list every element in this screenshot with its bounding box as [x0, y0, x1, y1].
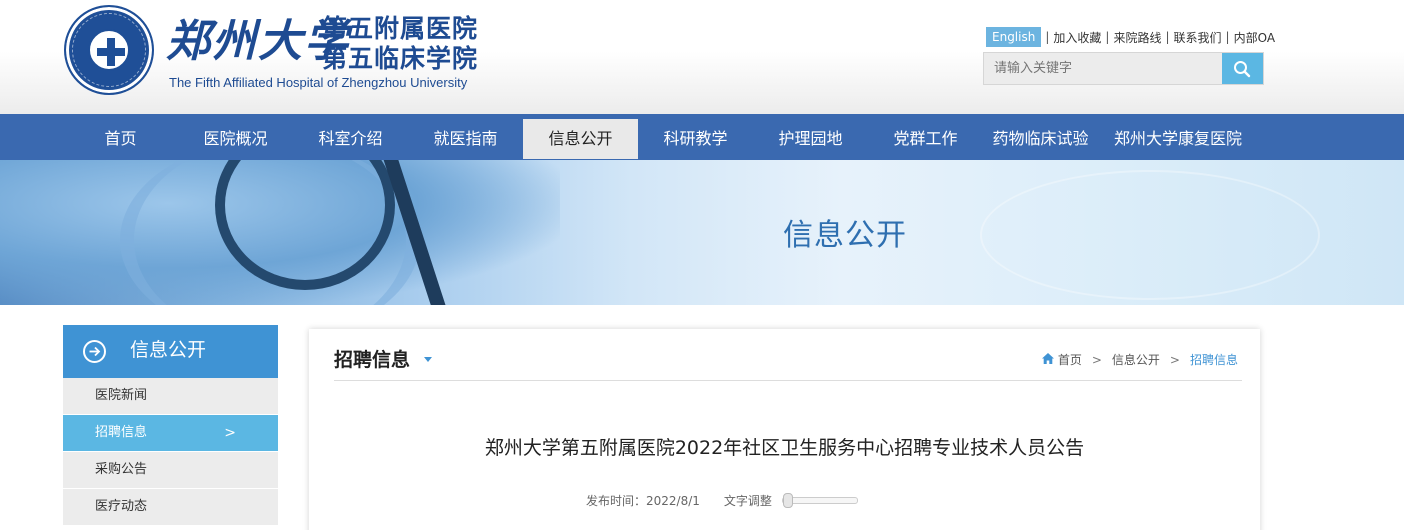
- breadcrumb-current[interactable]: 招聘信息: [1190, 351, 1238, 368]
- dropdown-triangle-icon: [424, 357, 432, 362]
- nav-departments[interactable]: 科室介绍: [293, 119, 408, 159]
- content-panel: 招聘信息 首页 > 信息公开 > 招聘信息 郑州大学第五附属医院2022年社区卫…: [309, 329, 1260, 530]
- breadcrumb: 首页 > 信息公开 > 招聘信息: [1041, 351, 1238, 368]
- main-nav: 首页 医院概况 科室介绍 就医指南 信息公开 科研教学 护理园地 党群工作 药物…: [0, 114, 1404, 160]
- font-adjust-label: 文字调整: [723, 494, 772, 508]
- banner-lung-graphic: [980, 170, 1320, 300]
- sidebar-title: 信息公开: [130, 339, 207, 361]
- sidebar-item-label: 采购公告: [95, 462, 148, 477]
- sidebar-item-label: 医院新闻: [95, 388, 148, 403]
- separator: |: [1165, 30, 1170, 44]
- logo-college-name[interactable]: 第五临床学院: [322, 44, 478, 74]
- font-size-slider-handle[interactable]: [782, 493, 793, 508]
- breadcrumb-home[interactable]: 首页: [1058, 351, 1082, 368]
- internal-oa-link[interactable]: 内部OA: [1234, 29, 1275, 46]
- sidebar-item-news[interactable]: 医院新闻: [63, 378, 278, 415]
- breadcrumb-info[interactable]: 信息公开: [1112, 351, 1160, 368]
- logo-english-name: The Fifth Affiliated Hospital of Zhengzh…: [169, 75, 468, 90]
- sidebar: 信息公开 医院新闻 招聘信息 > 采购公告 医疗动态: [63, 325, 278, 526]
- font-size-slider[interactable]: [781, 493, 858, 508]
- nav-info-disclosure[interactable]: 信息公开: [523, 119, 638, 159]
- hospital-seal-icon[interactable]: [64, 5, 154, 95]
- logo-hospital-name[interactable]: 第五附属医院: [322, 14, 478, 44]
- nav-clinical-trials[interactable]: 药物临床试验: [983, 119, 1098, 159]
- page-banner: 信息公开: [0, 160, 1404, 305]
- contact-link[interactable]: 联系我们: [1174, 29, 1222, 46]
- site-header: 郑州大学 第五附属医院 第五临床学院 The Fifth Affiliated …: [0, 0, 1404, 114]
- sidebar-item-label: 医疗动态: [95, 499, 148, 514]
- home-icon: [1041, 352, 1058, 367]
- separator: |: [1045, 30, 1050, 44]
- english-link[interactable]: English: [986, 27, 1042, 47]
- nav-overview[interactable]: 医院概况: [178, 119, 293, 159]
- section-title-bar: 招聘信息 首页 > 信息公开 > 招聘信息: [334, 329, 1242, 381]
- separator: |: [1105, 30, 1110, 44]
- sidebar-item-recruitment[interactable]: 招聘信息 >: [63, 415, 278, 452]
- top-links: English | 加入收藏 | 来院路线 | 联系我们 | 内部OA: [986, 27, 1275, 47]
- nav-home[interactable]: 首页: [63, 119, 178, 159]
- sidebar-item-label: 招聘信息: [95, 425, 148, 440]
- nav-nursing[interactable]: 护理园地: [753, 119, 868, 159]
- nav-rehab-hospital[interactable]: 郑州大学康复医院: [1098, 119, 1258, 159]
- publish-date: 发布时间：2022/8/1: [586, 494, 700, 508]
- nav-guide[interactable]: 就医指南: [408, 119, 523, 159]
- sidebar-item-procurement[interactable]: 采购公告: [63, 452, 278, 489]
- seal-cross-horizontal: [97, 48, 125, 56]
- article-meta: 发布时间：2022/8/1 文字调整: [586, 492, 858, 509]
- add-favorite-link[interactable]: 加入收藏: [1053, 29, 1101, 46]
- article-title: 郑州大学第五附属医院2022年社区卫生服务中心招聘专业技术人员公告: [484, 437, 1085, 459]
- search-box: [983, 52, 1264, 85]
- separator: |: [1225, 30, 1230, 44]
- search-input[interactable]: [984, 53, 1222, 84]
- sidebar-item-medical-news[interactable]: 医疗动态: [63, 489, 278, 526]
- search-button[interactable]: [1222, 53, 1263, 84]
- arrow-circle-icon: [83, 340, 106, 363]
- nav-research[interactable]: 科研教学: [638, 119, 753, 159]
- banner-title: 信息公开: [783, 218, 907, 253]
- search-icon: [1234, 61, 1251, 78]
- breadcrumb-separator: >: [1091, 352, 1102, 367]
- route-link[interactable]: 来院路线: [1113, 29, 1161, 46]
- nav-party[interactable]: 党群工作: [868, 119, 983, 159]
- section-title: 招聘信息: [334, 349, 411, 371]
- sidebar-header: 信息公开: [63, 325, 278, 378]
- seal-center: [88, 29, 130, 71]
- chevron-right-icon: >: [224, 425, 236, 441]
- breadcrumb-separator: >: [1169, 352, 1180, 367]
